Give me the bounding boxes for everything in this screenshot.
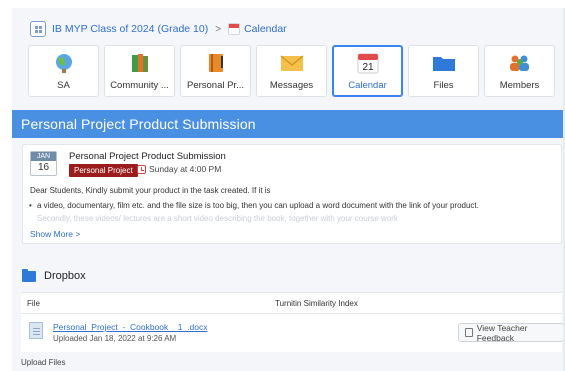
event-time-text: Sunday at 4:00 PM — [149, 164, 222, 174]
page-title: Personal Project Product Submission — [21, 116, 256, 132]
event-title: Personal Project Product Submission — [69, 151, 226, 162]
clock-icon — [137, 164, 146, 174]
event-time: Sunday at 4:00 PM — [137, 164, 221, 174]
tile-files[interactable]: Files — [408, 45, 479, 97]
folder-icon — [22, 268, 36, 282]
tile-label: Files — [433, 80, 454, 91]
breadcrumb-current[interactable]: Calendar — [244, 23, 287, 35]
tile-community[interactable]: Community ... — [104, 45, 175, 97]
tool-tiles: SA Community ... Personal Pr... Messages… — [28, 45, 555, 97]
column-header-turnitin: Turnitin Similarity Index — [275, 299, 358, 308]
breadcrumb-course-link[interactable]: IB MYP Class of 2024 (Grade 10) — [52, 23, 208, 35]
show-more-link[interactable]: Show More > — [30, 229, 80, 239]
members-icon — [508, 52, 532, 74]
notebook-icon — [204, 52, 228, 74]
event-card: JAN 16 Personal Project Product Submissi… — [22, 144, 562, 244]
event-month: JAN — [31, 152, 56, 161]
breadcrumb: IB MYP Class of 2024 (Grade 10) > Calend… — [30, 20, 287, 38]
title-bar: Personal Project Product Submission — [12, 110, 565, 138]
tile-personal-project[interactable]: Personal Pr... — [180, 45, 251, 97]
tile-label: Personal Pr... — [186, 80, 245, 91]
event-tag[interactable]: Personal Project — [69, 164, 138, 177]
event-bullet: a video, documentary, film etc. and the … — [29, 201, 479, 210]
envelope-icon — [280, 52, 304, 74]
breadcrumb-separator: > — [215, 23, 222, 35]
tile-label: Messages — [269, 80, 314, 91]
page: IB MYP Class of 2024 (Grade 10) > Calend… — [12, 8, 565, 371]
tile-label: SA — [57, 80, 70, 91]
event-day: 16 — [37, 162, 50, 173]
table-row: Personal_Project_-_Cookbook__1_.docx Upl… — [21, 313, 564, 353]
tile-label: Community ... — [110, 80, 169, 91]
event-faded-text: Secondly, these videos/ lectures are a s… — [37, 214, 398, 223]
column-header-file: File — [27, 299, 40, 308]
event-date-badge: JAN 16 — [30, 151, 57, 176]
calendar-icon — [228, 23, 241, 35]
books-icon — [128, 52, 152, 74]
dropbox-header: Dropbox — [22, 268, 86, 282]
tile-messages[interactable]: Messages — [256, 45, 327, 97]
tile-members[interactable]: Members — [484, 45, 555, 97]
tile-label: Calendar — [348, 80, 387, 91]
folder-icon — [432, 52, 456, 74]
file-uploaded-date: Uploaded Jan 18, 2022 at 9:26 AM — [53, 334, 177, 343]
view-teacher-feedback-button[interactable]: View Teacher Feedback — [458, 322, 564, 343]
tile-label: Members — [499, 80, 540, 91]
grid-icon[interactable] — [30, 21, 46, 37]
event-description: Dear Students, Kindly submit your produc… — [30, 186, 271, 195]
dropbox-title: Dropbox — [44, 270, 86, 282]
feedback-icon — [465, 328, 473, 337]
tile-calendar[interactable]: 21 Calendar — [332, 45, 403, 97]
upload-files-label[interactable]: Upload Files — [21, 358, 65, 367]
file-link[interactable]: Personal_Project_-_Cookbook__1_.docx — [53, 322, 208, 332]
feedback-button-label: View Teacher Feedback — [476, 322, 528, 343]
dropbox-table: File Turnitin Similarity Index Personal_… — [21, 292, 564, 353]
globe-icon — [52, 52, 76, 74]
document-icon — [29, 322, 43, 339]
calendar-icon: 21 — [356, 52, 380, 74]
tile-sa[interactable]: SA — [28, 45, 99, 97]
calendar-icon-day: 21 — [362, 62, 374, 73]
